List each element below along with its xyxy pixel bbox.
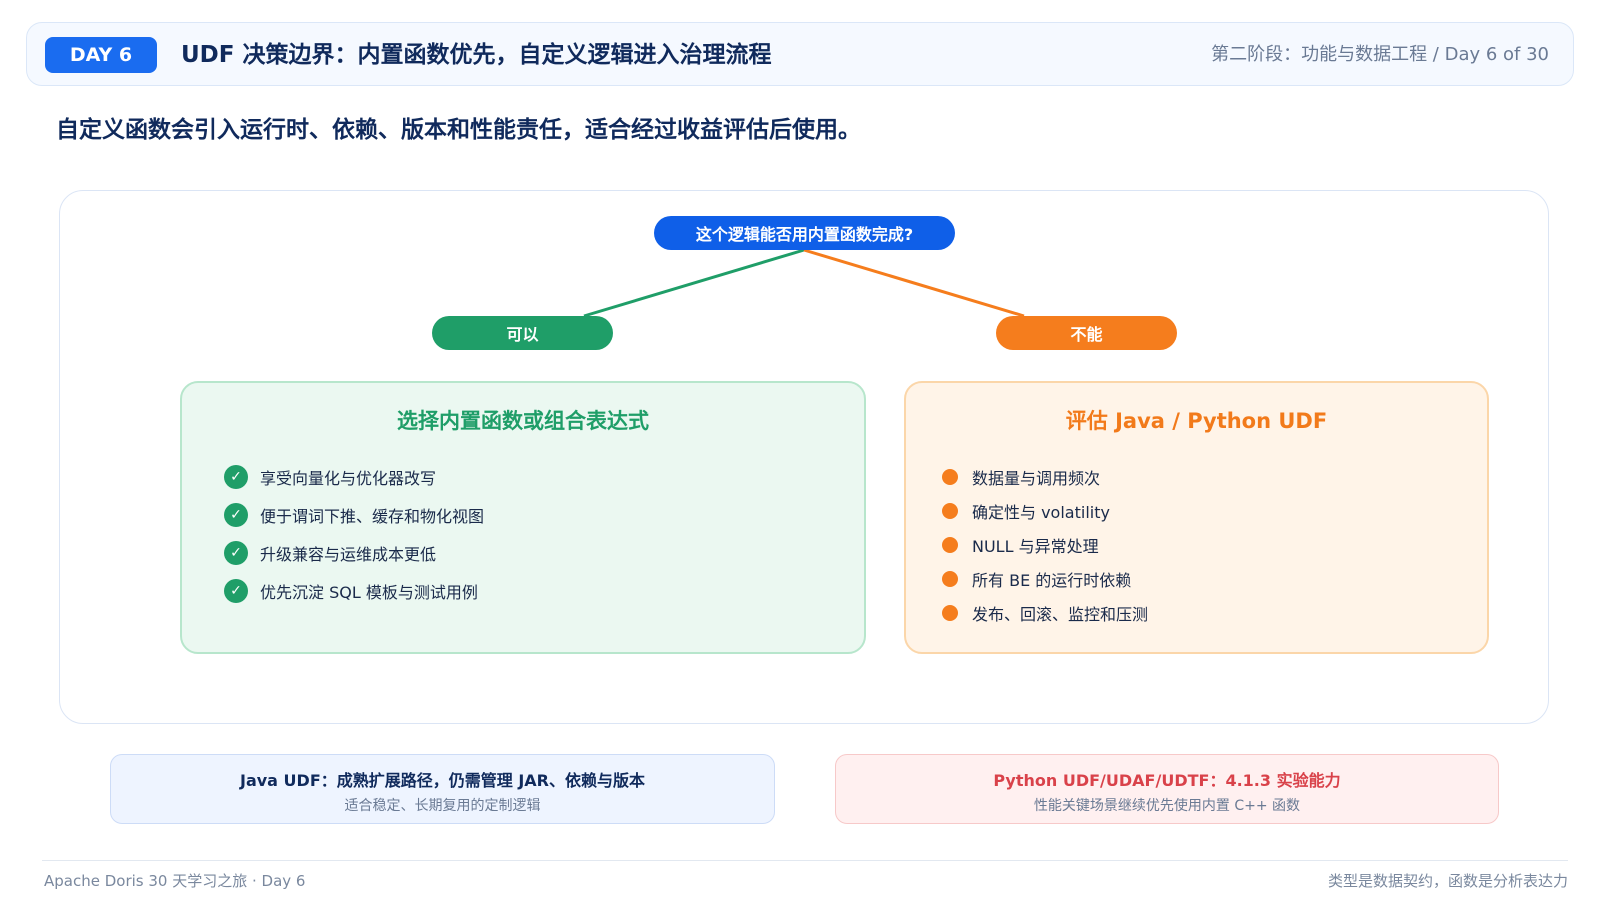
- list-item: NULL 与异常处理: [942, 533, 1148, 557]
- udf-evaluation-list: 数据量与调用频次 确定性与 volatility NULL 与异常处理 所有 B…: [942, 465, 1148, 635]
- check-icon: ✓: [224, 579, 248, 603]
- check-icon: ✓: [224, 465, 248, 489]
- builtin-function-card: 选择内置函数或组合表达式 ✓ 享受向量化与优化器改写 ✓ 便于谓词下推、缓存和物化视…: [180, 381, 866, 654]
- list-item: 确定性与 volatility: [942, 499, 1148, 523]
- list-item: 发布、回滚、监控和压测: [942, 601, 1148, 625]
- bullet-dot-icon: [942, 537, 958, 553]
- list-item: ✓ 享受向量化与优化器改写: [224, 465, 484, 489]
- python-udf-note: Python UDF/UDAF/UDTF：4.1.3 实验能力 性能关键场景继续…: [835, 754, 1499, 824]
- python-note-subtitle: 性能关键场景继续优先使用内置 C++ 函数: [1033, 798, 1301, 814]
- bullet-dot-icon: [942, 571, 958, 587]
- footer-divider: [42, 860, 1568, 861]
- java-udf-note: Java UDF：成熟扩展路径，仍需管理 JAR、依赖与版本 适合稳定、长期复用…: [110, 754, 775, 824]
- java-note-title: Java UDF：成熟扩展路径，仍需管理 JAR、依赖与版本: [240, 771, 645, 790]
- builtin-benefit-list: ✓ 享受向量化与优化器改写 ✓ 便于谓词下推、缓存和物化视图 ✓ 升级兼容与运维成本更…: [224, 465, 484, 617]
- builtin-card-title: 选择内置函数或组合表达式: [397, 409, 649, 433]
- header-bar: DAY 6 UDF 决策边界：内置函数优先，自定义逻辑进入治理流程 第二阶段：功…: [26, 22, 1574, 86]
- list-item: ✓ 升级兼容与运维成本更低: [224, 541, 484, 565]
- footer-course-label: Apache Doris 30 天学习之旅 · Day 6: [44, 872, 306, 890]
- udf-evaluation-card: 评估 Java / Python UDF 数据量与调用频次 确定性与 volat…: [904, 381, 1489, 654]
- python-note-title: Python UDF/UDAF/UDTF：4.1.3 实验能力: [993, 771, 1341, 790]
- list-item: ✓ 便于谓词下推、缓存和物化视图: [224, 503, 484, 527]
- list-item: 数据量与调用频次: [942, 465, 1148, 489]
- check-icon: ✓: [224, 503, 248, 527]
- list-item: 所有 BE 的运行时依赖: [942, 567, 1148, 591]
- stage-indicator: 第二阶段：功能与数据工程 / Day 6 of 30: [1211, 44, 1549, 65]
- no-branch-label: 不能: [996, 316, 1177, 350]
- decision-question: 这个逻辑能否用内置函数完成?: [654, 216, 955, 250]
- bullet-dot-icon: [942, 503, 958, 519]
- bullet-dot-icon: [942, 469, 958, 485]
- java-note-subtitle: 适合稳定、长期复用的定制逻辑: [344, 798, 541, 814]
- bullet-dot-icon: [942, 605, 958, 621]
- footer-tagline: 类型是数据契约，函数是分析表达力: [1327, 872, 1568, 890]
- day-badge: DAY 6: [45, 37, 157, 73]
- yes-branch-label: 可以: [432, 316, 613, 350]
- list-item: ✓ 优先沉淀 SQL 模板与测试用例: [224, 579, 484, 603]
- udf-card-title: 评估 Java / Python UDF: [1065, 409, 1328, 433]
- page-title: UDF 决策边界：内置函数优先，自定义逻辑进入治理流程: [181, 42, 772, 68]
- check-icon: ✓: [224, 541, 248, 565]
- page-subtitle: 自定义函数会引入运行时、依赖、版本和性能责任，适合经过收益评估后使用。: [56, 117, 861, 143]
